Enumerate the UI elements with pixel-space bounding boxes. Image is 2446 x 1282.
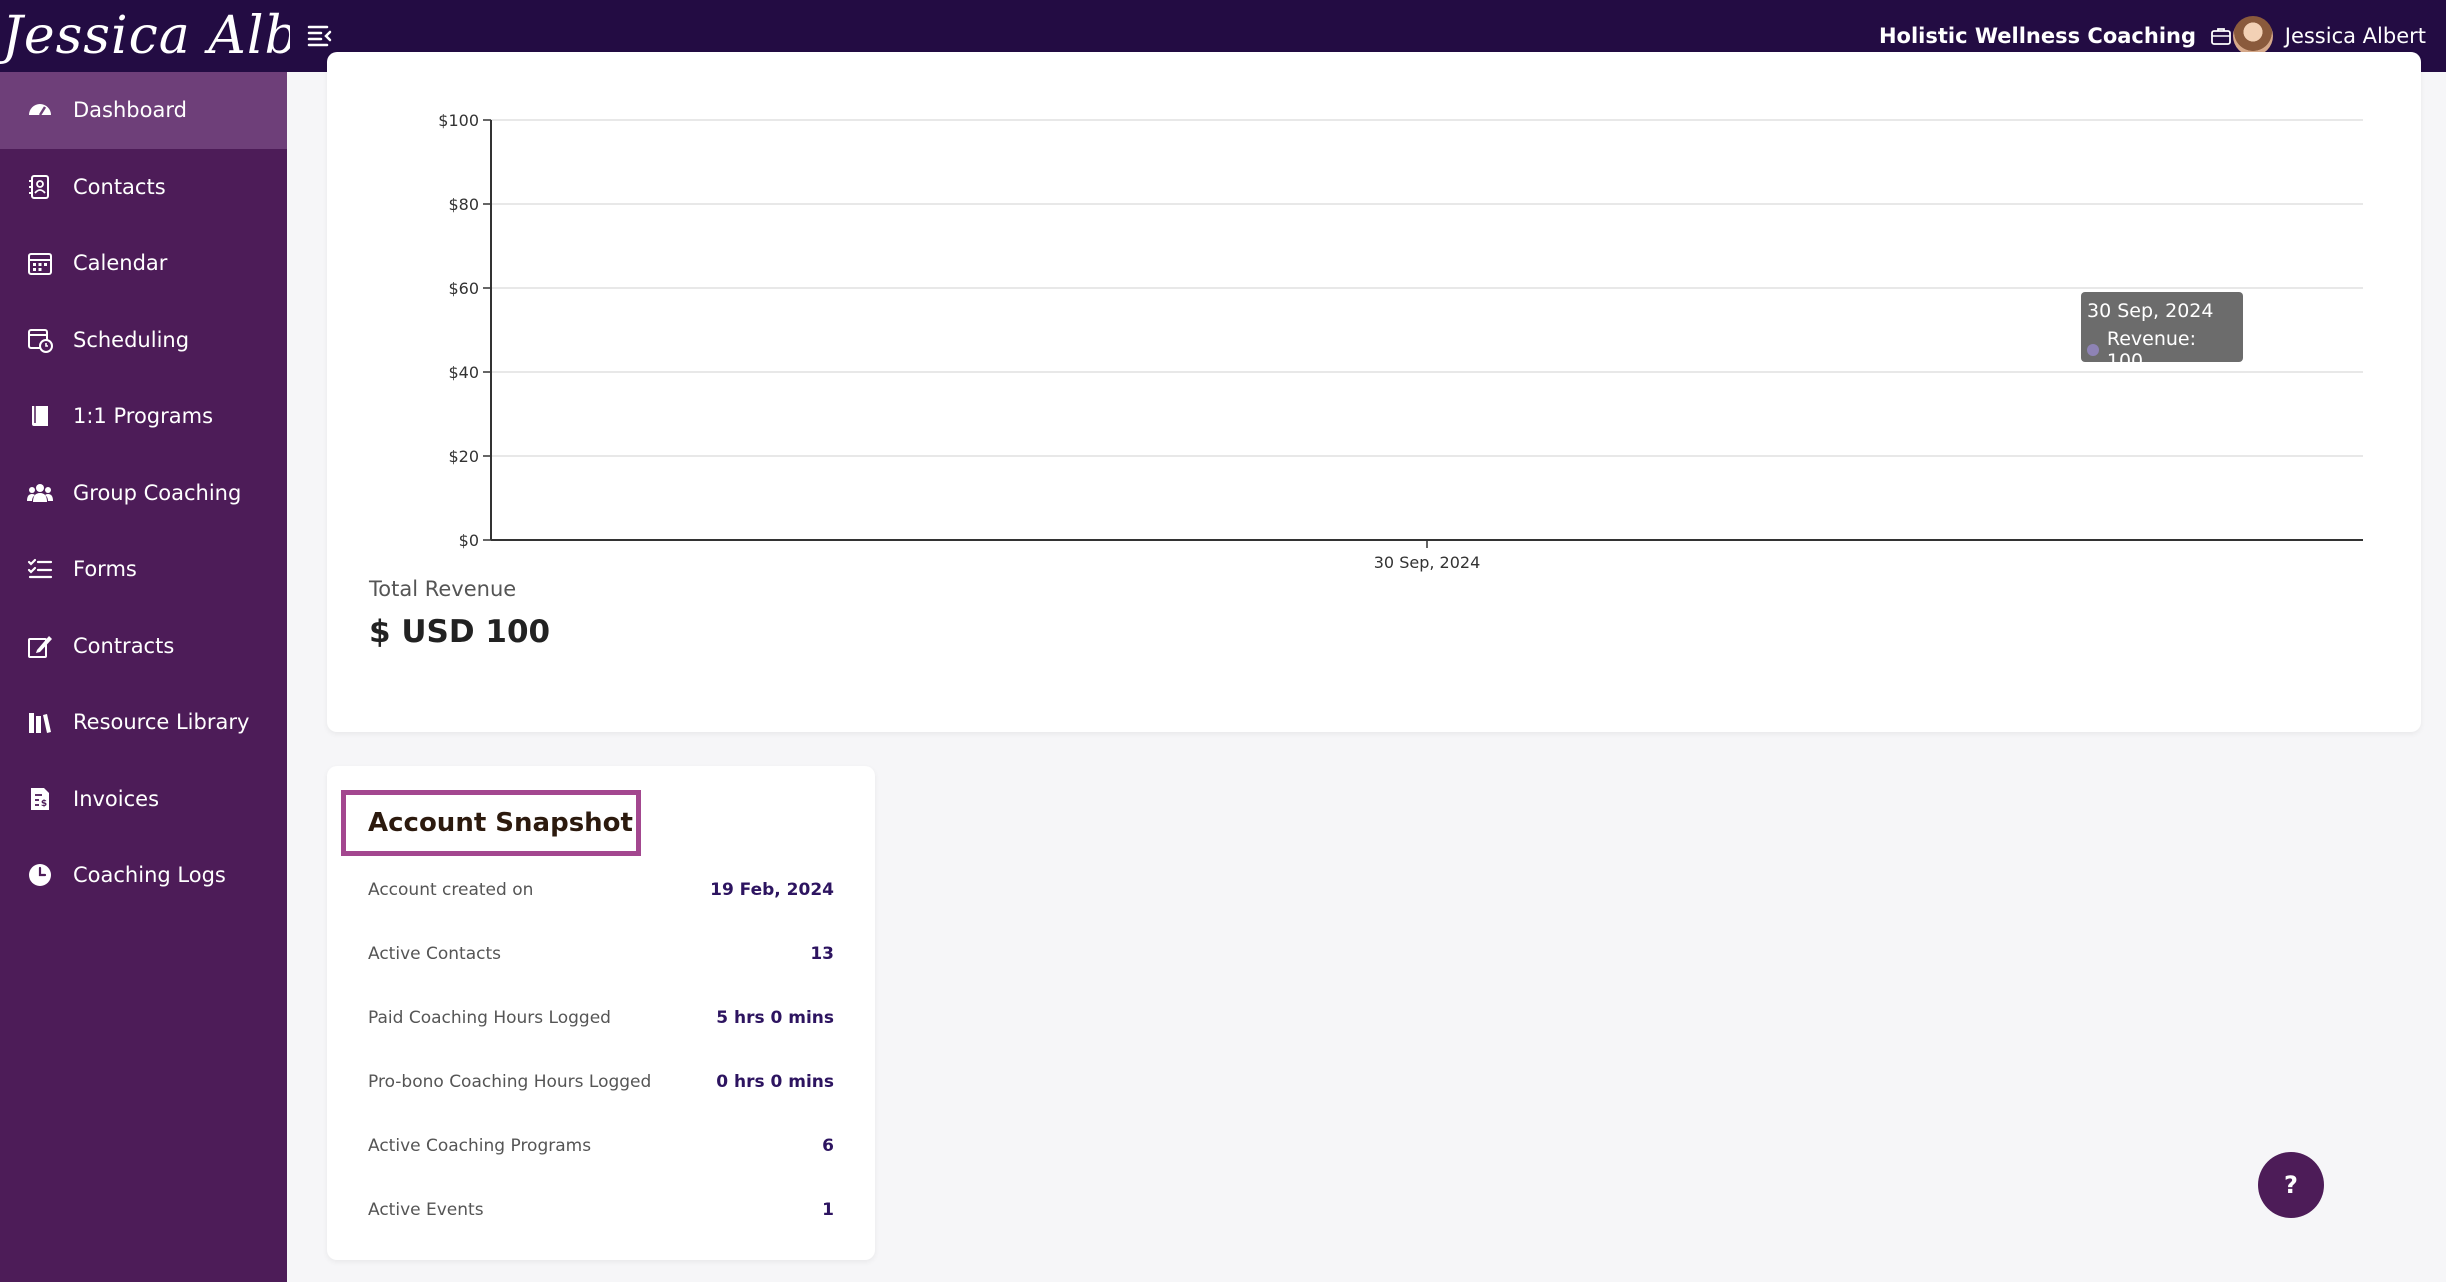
group-icon	[27, 480, 53, 506]
sidebar-item-contacts[interactable]: Contacts	[0, 149, 287, 226]
snapshot-row-label: Pro-bono Coaching Hours Logged	[368, 1072, 652, 1092]
sidebar-item-coaching-logs[interactable]: Coaching Logs	[0, 837, 287, 914]
book-icon	[27, 403, 53, 429]
contacts-icon	[27, 174, 53, 200]
tooltip-date: 30 Sep, 2024	[2087, 300, 2214, 322]
snapshot-row-value: 0 hrs 0 mins	[716, 1072, 834, 1092]
snapshot-row-value: 13	[810, 944, 834, 964]
scheduling-icon	[27, 327, 53, 353]
svg-text:$: $	[41, 799, 47, 809]
snapshot-row-value: 19 Feb, 2024	[710, 880, 834, 900]
snapshot-row: Pro-bono Coaching Hours Logged 0 hrs 0 mi…	[368, 1072, 834, 1092]
sidebar-item-calendar[interactable]: Calendar	[0, 225, 287, 302]
account-snapshot-card: Account Snapshot Account created on 19 Fe…	[327, 766, 875, 1260]
contract-signature-icon	[27, 633, 53, 659]
sidebar-item-label: Coaching Logs	[73, 863, 226, 888]
snapshot-row-label: Active Coaching Programs	[368, 1136, 592, 1156]
sidebar-item-label: Calendar	[73, 251, 168, 276]
snapshot-row-value: 5 hrs 0 mins	[716, 1008, 834, 1028]
avatar[interactable]	[2232, 16, 2273, 56]
snapshot-row-label: Account created on	[368, 880, 534, 900]
tooltip-value: Revenue: 100	[2106, 328, 2197, 372]
user-name: Jessica Albert	[2284, 24, 2426, 48]
briefcase-icon	[2211, 28, 2231, 45]
y-tick-label: $100	[438, 111, 479, 130]
total-revenue-label: Total Revenue	[369, 577, 517, 601]
y-tick-label: $60	[448, 279, 479, 298]
y-tick-label: $20	[448, 447, 479, 466]
snapshot-row: Active Contacts 13	[368, 944, 834, 964]
sidebar-item-group-coaching[interactable]: Group Coaching	[0, 455, 287, 532]
sidebar-item-forms[interactable]: Forms	[0, 531, 287, 608]
calendar-icon	[27, 250, 53, 276]
snapshot-row-label: Active Events	[368, 1200, 484, 1220]
library-icon	[27, 709, 53, 735]
sidebar-item-dashboard[interactable]: Dashboard	[0, 72, 287, 149]
sidebar-item-resource-library[interactable]: Resource Library	[0, 684, 287, 761]
account-snapshot-title: Account Snapshot	[368, 808, 633, 838]
sidebar-item-label: Group Coaching	[73, 480, 242, 505]
sidebar-item-invoices[interactable]: $ Invoices	[0, 761, 287, 838]
sidebar-item-label: Invoices	[73, 786, 160, 811]
sidebar-item-programs[interactable]: 1:1 Programs	[0, 378, 287, 455]
business-name: Holistic Wellness Coaching	[1878, 24, 2196, 48]
y-tick-label: $0	[459, 531, 479, 550]
snapshot-row-label: Paid Coaching Hours Logged	[368, 1008, 611, 1028]
snapshot-row-value: 6	[822, 1136, 834, 1156]
snapshot-row: Active Events 1	[368, 1200, 834, 1220]
y-tick-label: $80	[448, 195, 479, 214]
sidebar-item-label: Resource Library	[73, 710, 250, 735]
checklist-icon	[27, 556, 53, 582]
sidebar-item-label: 1:1 Programs	[73, 404, 214, 429]
chart-tooltip: 30 Sep, 2024 Revenue: 100	[2081, 292, 2243, 372]
total-revenue-value: $ USD 100	[369, 614, 551, 650]
app-logo[interactable]: Jessica Albert	[0, 0, 290, 72]
snapshot-row: Active Coaching Programs 6	[368, 1136, 834, 1156]
series-dot-icon	[2087, 344, 2099, 356]
sidebar-item-label: Dashboard	[73, 98, 187, 123]
sidebar: Dashboard Contacts Calendar Scheduling 1…	[0, 72, 287, 1282]
x-tick-label: 30 Sep, 2024	[1374, 553, 1481, 572]
menu-toggle-icon[interactable]	[306, 22, 336, 50]
sidebar-item-contracts[interactable]: Contracts	[0, 608, 287, 685]
sidebar-item-label: Contracts	[73, 633, 175, 658]
snapshot-row: Account created on 19 Feb, 2024	[368, 880, 834, 900]
sidebar-item-label: Contacts	[73, 174, 166, 199]
sidebar-item-label: Scheduling	[73, 327, 190, 352]
invoice-icon: $	[27, 786, 53, 812]
snapshot-row-label: Active Contacts	[368, 944, 501, 964]
y-tick-label: $40	[448, 363, 479, 382]
sidebar-item-scheduling[interactable]: Scheduling	[0, 302, 287, 379]
clock-icon	[27, 862, 53, 888]
account-snapshot-title-highlight: Account Snapshot	[341, 790, 641, 856]
main-content: $0 $20 $40 $60 $80 $100 30 Sep, 2024 30 Sep, 2…	[287, 52, 2446, 1282]
snapshot-row: Paid Coaching Hours Logged 5 hrs 0 mins	[368, 1008, 834, 1028]
help-button[interactable]: ?	[2258, 1152, 2324, 1218]
snapshot-row-value: 1	[822, 1200, 834, 1220]
revenue-card: $0 $20 $40 $60 $80 $100 30 Sep, 2024 30 Sep, 2…	[327, 52, 2421, 732]
sidebar-item-label: Forms	[73, 557, 137, 582]
dashboard-icon	[27, 97, 53, 123]
